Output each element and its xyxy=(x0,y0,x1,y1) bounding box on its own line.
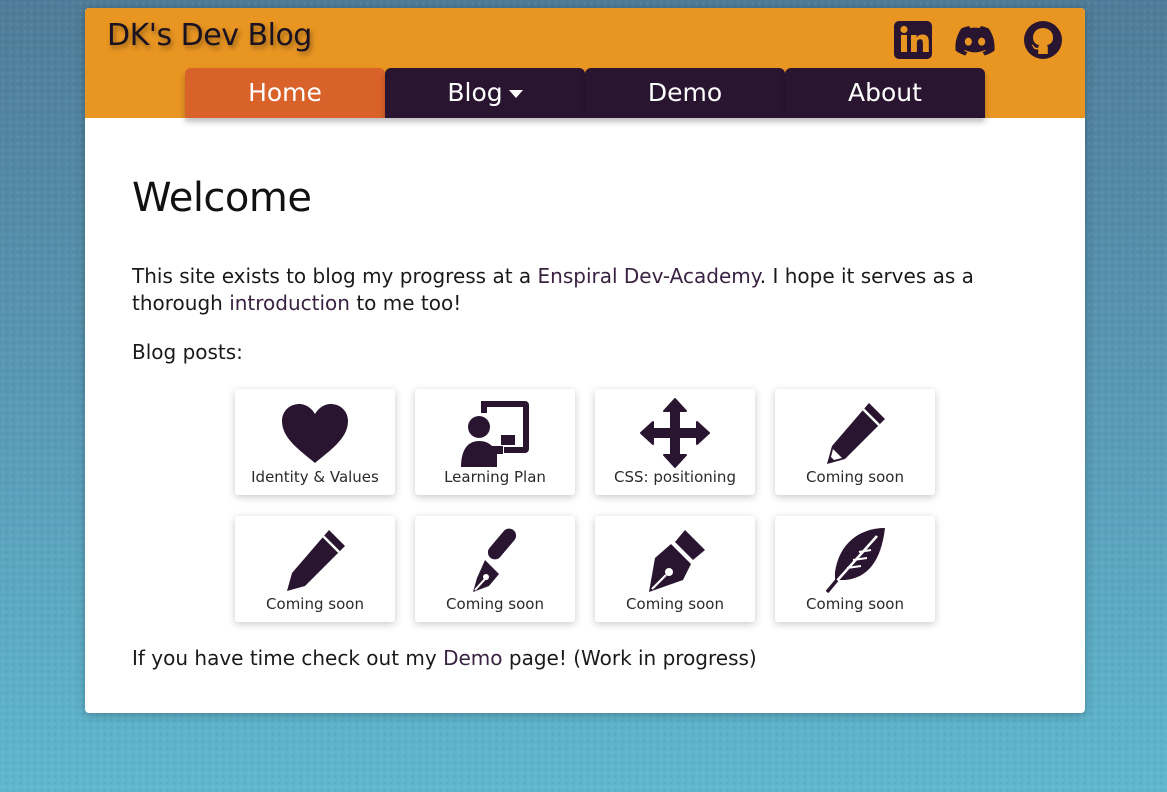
pencil-icon xyxy=(827,403,885,464)
post-tile-coming-soon[interactable]: Coming soon xyxy=(595,516,755,622)
intro-text-start: This site exists to blog my progress at … xyxy=(132,264,538,288)
caret-down-icon xyxy=(508,90,523,98)
post-tile-coming-soon[interactable]: Coming soon xyxy=(415,516,575,622)
discord-icon[interactable] xyxy=(955,20,995,60)
pen-nib-icon xyxy=(473,528,517,592)
tab-demo-label: Demo xyxy=(647,78,723,107)
page-title: Welcome xyxy=(132,175,312,221)
linkedin-icon[interactable] xyxy=(893,20,933,60)
post-tile-identity-values[interactable]: Identity & Values xyxy=(235,389,395,495)
tab-blog-label: Blog xyxy=(447,78,503,107)
intro-text-end: to me too! xyxy=(349,291,462,315)
outro-text-end: page! (Work in progress) xyxy=(502,646,757,670)
enspiral-link[interactable]: Enspiral Dev-Academy xyxy=(538,264,760,288)
introduction-link[interactable]: introduction xyxy=(229,291,350,315)
post-tile-label: Learning Plan xyxy=(444,468,546,486)
intro-paragraph: This site exists to blog my progress at … xyxy=(132,263,1032,317)
feather-icon xyxy=(825,528,885,594)
arrows-move-icon xyxy=(640,398,710,468)
tab-demo[interactable]: Demo xyxy=(585,68,785,118)
site-header: DK's Dev Blog Home Blog Demo About xyxy=(85,8,1085,118)
post-tile-label: Coming soon xyxy=(806,595,904,613)
tab-about[interactable]: About xyxy=(785,68,985,118)
chalkboard-teacher-icon xyxy=(461,401,529,467)
tab-about-label: About xyxy=(848,78,922,107)
site-title[interactable]: DK's Dev Blog xyxy=(107,18,312,53)
pen-fancy-icon xyxy=(649,530,705,592)
pencil-icon xyxy=(287,530,345,591)
post-tile-label: Coming soon xyxy=(266,595,364,613)
post-tile-label: Coming soon xyxy=(626,595,724,613)
post-tile-label: Coming soon xyxy=(806,468,904,486)
post-tile-coming-soon[interactable]: Coming soon xyxy=(235,516,395,622)
post-tile-css-positioning[interactable]: CSS: positioning xyxy=(595,389,755,495)
post-tile-learning-plan[interactable]: Learning Plan xyxy=(415,389,575,495)
github-icon[interactable] xyxy=(1023,20,1063,60)
outro-paragraph: If you have time check out my Demo page!… xyxy=(132,646,757,670)
outro-text-start: If you have time check out my xyxy=(132,646,444,670)
post-tile-coming-soon[interactable]: Coming soon xyxy=(775,516,935,622)
tab-blog[interactable]: Blog xyxy=(385,68,585,118)
post-tile-label: Identity & Values xyxy=(251,468,379,486)
blog-posts-label: Blog posts: xyxy=(132,340,243,364)
post-tile-label: CSS: positioning xyxy=(614,468,736,486)
demo-link[interactable]: Demo xyxy=(443,646,502,670)
content-card: DK's Dev Blog Home Blog Demo About Welco… xyxy=(85,8,1085,713)
post-tile-coming-soon[interactable]: Coming soon xyxy=(775,389,935,495)
tab-home-label: Home xyxy=(248,78,322,107)
heart-icon xyxy=(282,404,348,463)
post-tile-label: Coming soon xyxy=(446,595,544,613)
tab-home[interactable]: Home xyxy=(185,68,385,118)
